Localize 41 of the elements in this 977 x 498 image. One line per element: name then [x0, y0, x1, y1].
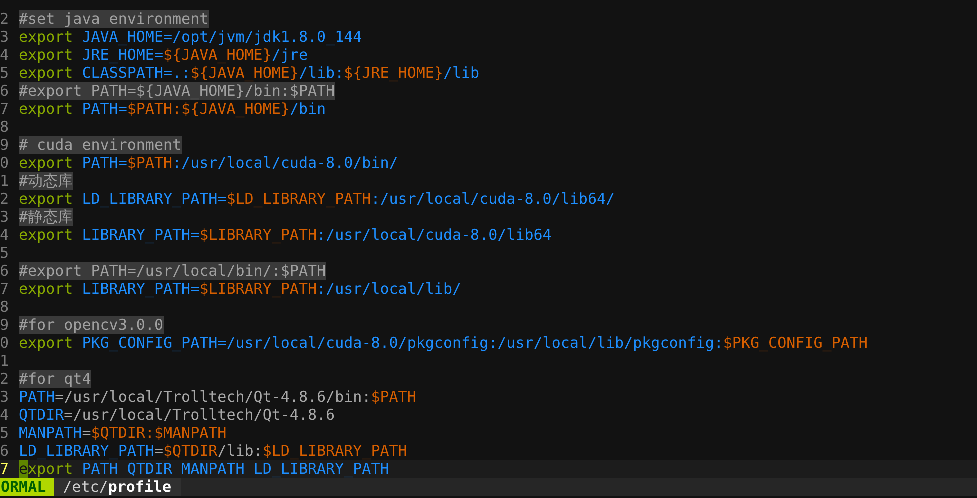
line-number: 3	[0, 208, 10, 226]
line-number: 4	[0, 46, 10, 64]
code-line: export PATH=$PATH:${JAVA_HOME}/bin	[19, 100, 328, 118]
line-number: 8	[0, 118, 10, 136]
code-line: export JAVA_HOME=/opt/jvm/jdk1.8.0_144	[19, 28, 364, 46]
code-line: export PATH=$PATH:/usr/local/cuda-8.0/bin/	[19, 154, 400, 172]
code-line: export PKG_CONFIG_PATH=/usr/local/cuda-8.0/pkgconfig:/usr/local/lib/pkgconfig:$PKG_CONFIG_PATH	[19, 334, 869, 352]
line-number: 1	[0, 172, 10, 190]
line-number: 8	[0, 298, 10, 316]
code-line: LD_LIBRARY_PATH=$QTDIR/lib:$LD_LIBRARY_PATH	[19, 442, 408, 460]
file-path: /etc/profile	[54, 478, 181, 496]
line-number: 7	[0, 460, 19, 478]
line-number: 4	[0, 226, 10, 244]
code-line: PATH=/usr/local/Trolltech/Qt-4.8.6/bin:$PATH	[19, 388, 418, 406]
line-number: 6	[0, 262, 10, 280]
line-number: 1	[0, 352, 10, 370]
line-number: 4	[0, 406, 10, 424]
code-line: export LIBRARY_PATH=$LIBRARY_PATH:/usr/local/lib/	[19, 280, 463, 298]
mode-indicator: ORMAL	[0, 478, 54, 496]
line-number: 0	[0, 154, 10, 172]
code-line: export JRE_HOME=${JAVA_HOME}/jre	[19, 46, 309, 64]
line-number: 2	[0, 370, 10, 388]
line-number: 2	[0, 190, 10, 208]
line-number: 3	[0, 388, 10, 406]
line-number: 9	[0, 136, 10, 154]
line-number: 3	[0, 28, 10, 46]
line-number: 7	[0, 280, 10, 298]
line-number: 9	[0, 316, 10, 334]
code-line: export CLASSPATH=.:${JAVA_HOME}/lib:${JRE_HOME}/lib	[19, 64, 481, 82]
line-number: 6	[0, 82, 10, 100]
line-number: 5	[0, 244, 10, 262]
line-number: 7	[0, 100, 10, 118]
line-number: 2	[0, 10, 10, 28]
code-line: MANPATH=$QTDIR:$MANPATH	[19, 424, 228, 442]
code-line: QTDIR=/usr/local/Trolltech/Qt-4.8.6	[19, 406, 336, 424]
line-number: 0	[0, 334, 10, 352]
code-line: export LD_LIBRARY_PATH=$LD_LIBRARY_PATH:/usr/local/cuda-8.0/lib64/	[19, 190, 616, 208]
line-number: 6	[0, 442, 10, 460]
line-number: 5	[0, 424, 10, 442]
line-number: 5	[0, 64, 10, 82]
code-line: export LIBRARY_PATH=$LIBRARY_PATH:/usr/local/cuda-8.0/lib64	[19, 226, 553, 244]
